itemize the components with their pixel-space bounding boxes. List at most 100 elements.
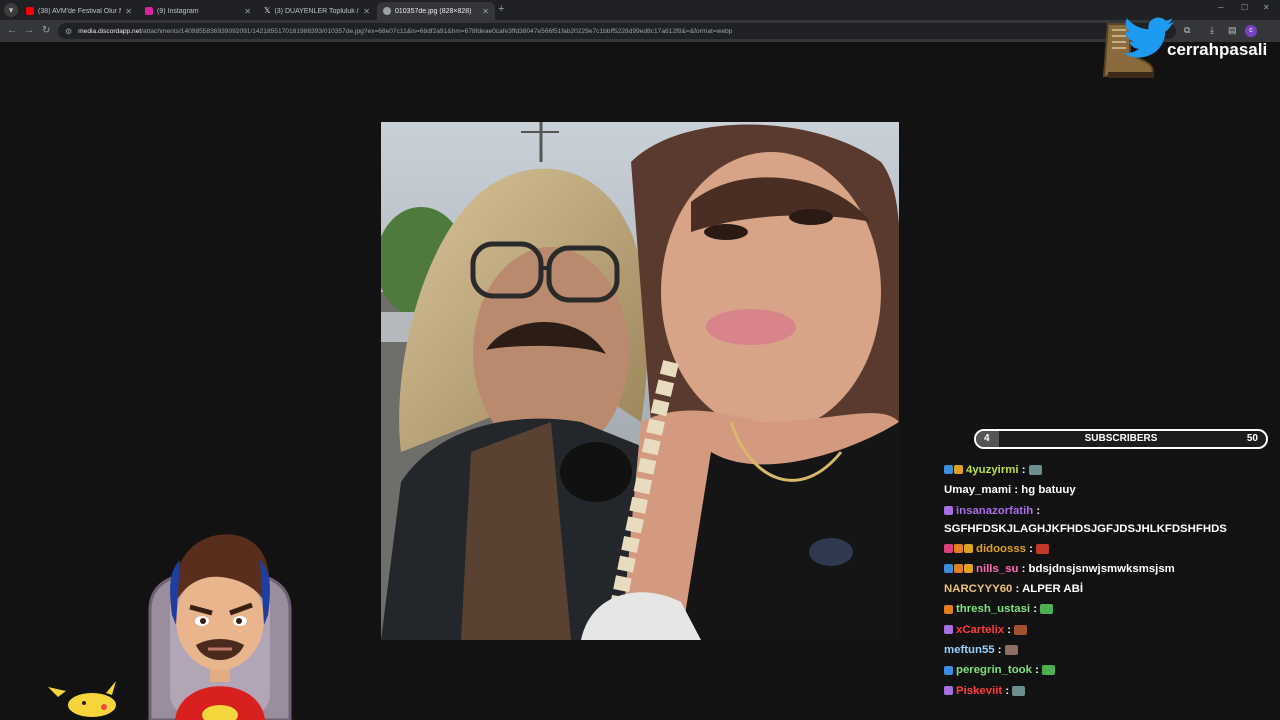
- chat-username: nills_su: [976, 562, 1019, 575]
- chat-username: NARCYYY60: [944, 583, 1013, 596]
- emote-icon: [1014, 624, 1028, 635]
- chat-text: ALPER ABİ: [1022, 583, 1084, 596]
- chat-username: xCartelix: [956, 623, 1005, 636]
- url-host: media.discordapp.net: [78, 27, 142, 35]
- arrow-right-icon[interactable]: →: [24, 25, 34, 36]
- chat-message: thresh_ustasi :: [944, 599, 1280, 619]
- tab-youtube[interactable]: (38) AVM'de Festival Olur Mu? ✕: [20, 2, 138, 20]
- chat-message: 4yuzyirmi :: [944, 460, 1280, 480]
- extension-icon[interactable]: ▤: [1228, 25, 1237, 36]
- chat-username: 4yuzyirmi: [966, 464, 1019, 476]
- chat-username: insanazorfatih: [956, 504, 1034, 517]
- badge-icon: [944, 625, 953, 635]
- close-icon[interactable]: ✕: [244, 7, 251, 16]
- pikachu-sprite: [48, 681, 116, 717]
- maximize-icon[interactable]: ☐: [1241, 3, 1248, 12]
- chat-text: bdsjdnsjsnwjsmwksmsjsm: [1028, 562, 1175, 575]
- url-path: /attachments/1409855836939092091/1421855…: [141, 27, 733, 35]
- chat-text: hg batuuy: [1021, 484, 1076, 497]
- address-bar[interactable]: ⚙ media.discordapp.net /attachments/1409…: [58, 23, 1176, 39]
- profile-avatar[interactable]: c: [1245, 25, 1257, 37]
- chat-message: didoosss :: [944, 539, 1280, 559]
- chat-badges: [944, 625, 953, 635]
- chat-message: insanazorfatih : SGFHFDSKJLAGHJKFHDSJGFJ…: [944, 501, 1280, 539]
- chat-username: didoosss: [976, 542, 1027, 555]
- badge-icon: [944, 506, 953, 516]
- emote-icon: [1036, 543, 1050, 554]
- chat-badges: [944, 604, 953, 614]
- emote-icon: [1012, 685, 1026, 696]
- chat-separator: :: [1026, 542, 1037, 555]
- tab-title: 010357de.jpg (828×828): [395, 7, 472, 15]
- chat-separator: :: [1018, 562, 1029, 575]
- chat-username: peregrin_took: [956, 664, 1032, 677]
- site-info-icon[interactable]: ⚙: [65, 27, 72, 36]
- tab-strip: ▾ (38) AVM'de Festival Olur Mu? ✕ (9) In…: [0, 0, 1280, 20]
- tab-title: (38) AVM'de Festival Olur Mu?: [38, 7, 121, 15]
- badge-icon: [944, 564, 953, 574]
- x-logo-icon: 𝕏: [264, 6, 271, 15]
- emote-icon: [1004, 645, 1018, 656]
- chat-separator: :: [1002, 684, 1013, 697]
- badge-icon: [954, 465, 963, 475]
- youtube-icon: [26, 7, 34, 15]
- close-icon[interactable]: ✕: [482, 7, 489, 16]
- chat-separator: :: [1033, 504, 1041, 517]
- tab-image-active[interactable]: 010357de.jpg (828×828) ✕: [377, 2, 495, 20]
- new-tab-button[interactable]: +: [498, 3, 504, 15]
- chat-separator: :: [994, 644, 1005, 657]
- chat-text: SGFHFDSKJLAGHJKFHDSJGFJDSJHLKFDSHFHDS: [944, 522, 1227, 535]
- arrow-left-icon[interactable]: ←: [7, 25, 17, 36]
- minimize-icon[interactable]: ─: [1218, 3, 1224, 12]
- badge-icon: [964, 544, 973, 554]
- window-close-icon[interactable]: ✕: [1263, 3, 1270, 12]
- chat-separator: :: [1004, 623, 1015, 636]
- badge-icon: [954, 564, 963, 574]
- badge-icon: [954, 544, 963, 554]
- instagram-icon: [145, 7, 153, 15]
- browser-toolbar: ← → ↻ ⚙ media.discordapp.net /attachment…: [0, 20, 1280, 42]
- chat-message: xCartelix :: [944, 620, 1280, 640]
- chat-message: nills_su : bdsjdnsjsnwjsmwksmsjsm: [944, 559, 1280, 579]
- channel-name: cerrahpasali: [1167, 40, 1268, 59]
- badge-icon: [944, 665, 953, 675]
- chat-badges: [944, 665, 953, 675]
- subscriber-goal: 50: [1246, 433, 1258, 444]
- badge-icon: [944, 465, 953, 475]
- tab-instagram[interactable]: (9) Instagram ✕: [139, 2, 257, 20]
- tab-title: (9) Instagram: [157, 7, 199, 15]
- emote-icon: [1040, 604, 1054, 615]
- chat-badges: [944, 465, 963, 475]
- subscriber-label: SUBSCRIBERS: [1084, 433, 1158, 444]
- subscriber-goal-bar: 4 SUBSCRIBERS 50: [974, 429, 1268, 449]
- chat-badges: [944, 544, 973, 554]
- badge-icon: [944, 686, 953, 696]
- close-icon[interactable]: ✕: [125, 7, 132, 16]
- streamer-avatar: [148, 534, 292, 720]
- download-icon[interactable]: ⤓: [1210, 25, 1214, 36]
- emote-icon: [1042, 665, 1056, 676]
- badge-icon: [964, 564, 973, 574]
- tab-x[interactable]: 𝕏 (3) DUAYENLER Topluluk / X ✕: [258, 2, 376, 20]
- chat-feed: 4yuzyirmi : Umay_mami : hg batuuy insanaz…: [944, 460, 1280, 701]
- chat-separator: :: [1031, 664, 1043, 677]
- badge-icon: [944, 604, 953, 614]
- chat-badges: [944, 686, 953, 696]
- tab-search-icon[interactable]: ▾: [4, 3, 18, 17]
- emote-icon: [1028, 464, 1042, 475]
- chat-message: NARCYYY60 : ALPER ABİ: [944, 579, 1280, 599]
- chat-message: Umay_mami : hg batuuy: [944, 480, 1280, 500]
- chat-message: peregrin_took :: [944, 660, 1280, 680]
- chat-separator: :: [1018, 464, 1029, 476]
- chat-username: thresh_ustasi: [956, 603, 1031, 616]
- chat-username: Umay_mami: [944, 484, 1012, 497]
- reload-icon[interactable]: ↻: [42, 25, 50, 36]
- chat-message: meftun55 :: [944, 640, 1280, 660]
- tab-title: (3) DUAYENLER Topluluk / X: [274, 7, 360, 15]
- close-icon[interactable]: ✕: [363, 7, 370, 16]
- chat-separator: :: [1011, 484, 1022, 497]
- chat-username: Piskeviit: [956, 684, 1003, 697]
- puzzle-icon[interactable]: ⧉: [1184, 25, 1190, 36]
- chat-separator: :: [1030, 603, 1041, 616]
- badge-icon: [944, 544, 953, 554]
